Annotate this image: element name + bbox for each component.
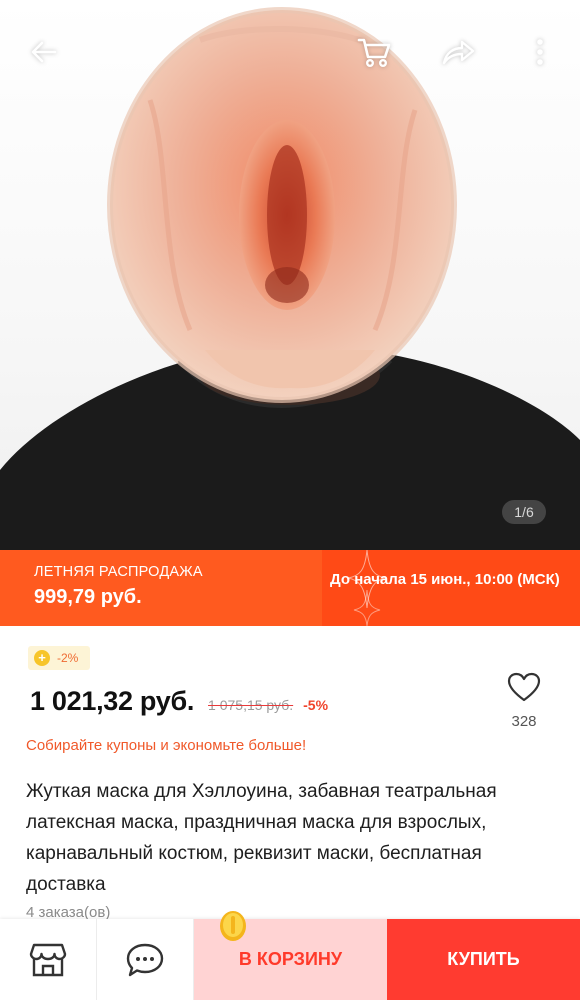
sale-banner[interactable]: ЛЕТНЯЯ РАСПРОДАЖА 999,79 руб. До начала … xyxy=(0,550,580,626)
cart-button[interactable] xyxy=(350,28,398,76)
coin-discount-badge[interactable]: + -2% xyxy=(28,646,91,670)
sale-countdown: До начала 15 июн., 10:00 (МСК) xyxy=(330,571,560,588)
product-title: Жуткая маска для Хэллоуина, забавная теа… xyxy=(26,781,497,895)
arrow-left-icon xyxy=(31,41,57,63)
store-button[interactable] xyxy=(0,919,97,1000)
more-options-button[interactable] xyxy=(516,28,564,76)
cart-icon xyxy=(357,38,391,68)
bottom-action-bar: В КОРЗИНУ КУПИТЬ xyxy=(0,911,580,1000)
product-photo xyxy=(0,7,580,550)
coin-icon: + xyxy=(34,650,50,666)
gold-coin-icon xyxy=(220,911,246,941)
back-button[interactable] xyxy=(20,28,68,76)
coin-discount-value: -2% xyxy=(57,651,79,665)
sale-price: 999,79 руб. xyxy=(34,586,142,608)
buy-now-button[interactable]: КУПИТЬ xyxy=(387,919,580,1000)
heart-icon xyxy=(507,672,541,702)
discount-percent: -5% xyxy=(303,697,329,713)
image-page-counter: 1/6 xyxy=(502,500,546,524)
more-vertical-icon xyxy=(537,39,543,65)
share-icon xyxy=(442,40,475,65)
add-to-cart-label: В КОРЗИНУ xyxy=(238,949,343,969)
sale-title: ЛЕТНЯЯ РАСПРОДАЖА xyxy=(34,564,203,580)
coupon-promo-link[interactable]: Собирайте купоны и экономьте больше! xyxy=(26,737,306,754)
sale-info: ЛЕТНЯЯ РАСПРОДАЖА 999,79 руб. xyxy=(0,550,322,626)
wishlist-count: 328 xyxy=(511,713,537,730)
chat-button[interactable] xyxy=(97,919,194,1000)
current-price: 1 021,32 руб. xyxy=(30,686,195,716)
store-icon xyxy=(29,943,67,976)
sale-countdown-block: До начала 15 июн., 10:00 (МСК) xyxy=(322,550,580,626)
add-to-cart-button[interactable]: В КОРЗИНУ xyxy=(194,911,387,1000)
product-image-gallery[interactable]: 1/6 xyxy=(0,0,580,550)
share-button[interactable] xyxy=(434,28,482,76)
buy-now-label: КУПИТЬ xyxy=(447,949,520,969)
old-price: 1 075,15 руб. xyxy=(208,697,294,713)
wishlist-button[interactable]: 328 xyxy=(502,672,546,730)
price-row: 1 021,32 руб. 1 075,15 руб. -5% xyxy=(30,686,328,717)
chat-bubble-icon xyxy=(126,943,164,976)
